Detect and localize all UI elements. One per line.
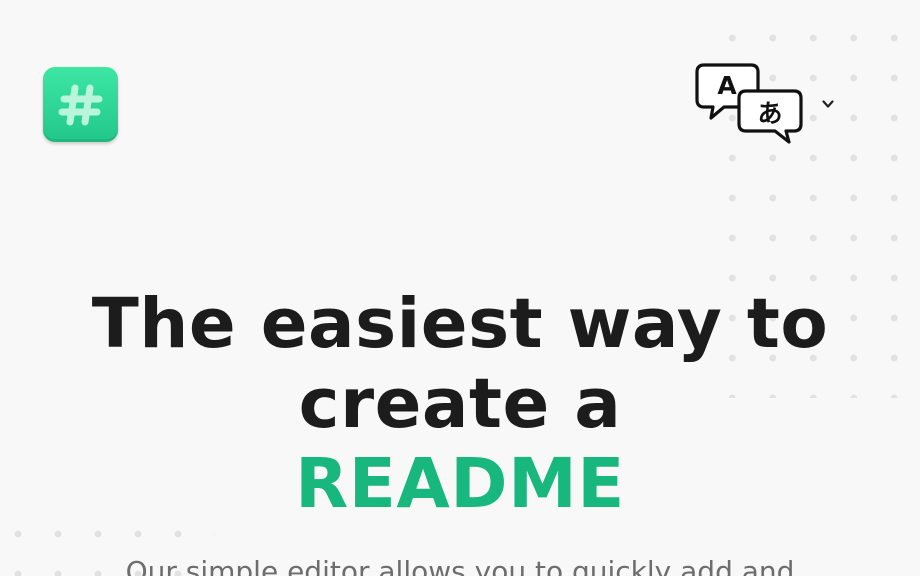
hero-subtitle: Our simple editor allows you to quickly … xyxy=(125,555,795,576)
hero-section: The easiest way to create a README xyxy=(0,284,920,524)
logo-home-link[interactable] xyxy=(43,67,118,142)
hero-title: The easiest way to create a README xyxy=(0,284,920,524)
hash-icon xyxy=(58,84,102,125)
hero-title-accent: README xyxy=(295,444,625,524)
hero-title-line1: The easiest way to xyxy=(91,284,829,364)
hero-title-line2: create a xyxy=(298,364,622,444)
language-letter-kana: あ xyxy=(757,99,782,128)
language-selector[interactable]: A あ xyxy=(694,62,844,146)
chevron-down-icon xyxy=(822,100,834,108)
language-letter-latin: A xyxy=(717,71,737,100)
translate-icon: A あ xyxy=(695,63,803,144)
